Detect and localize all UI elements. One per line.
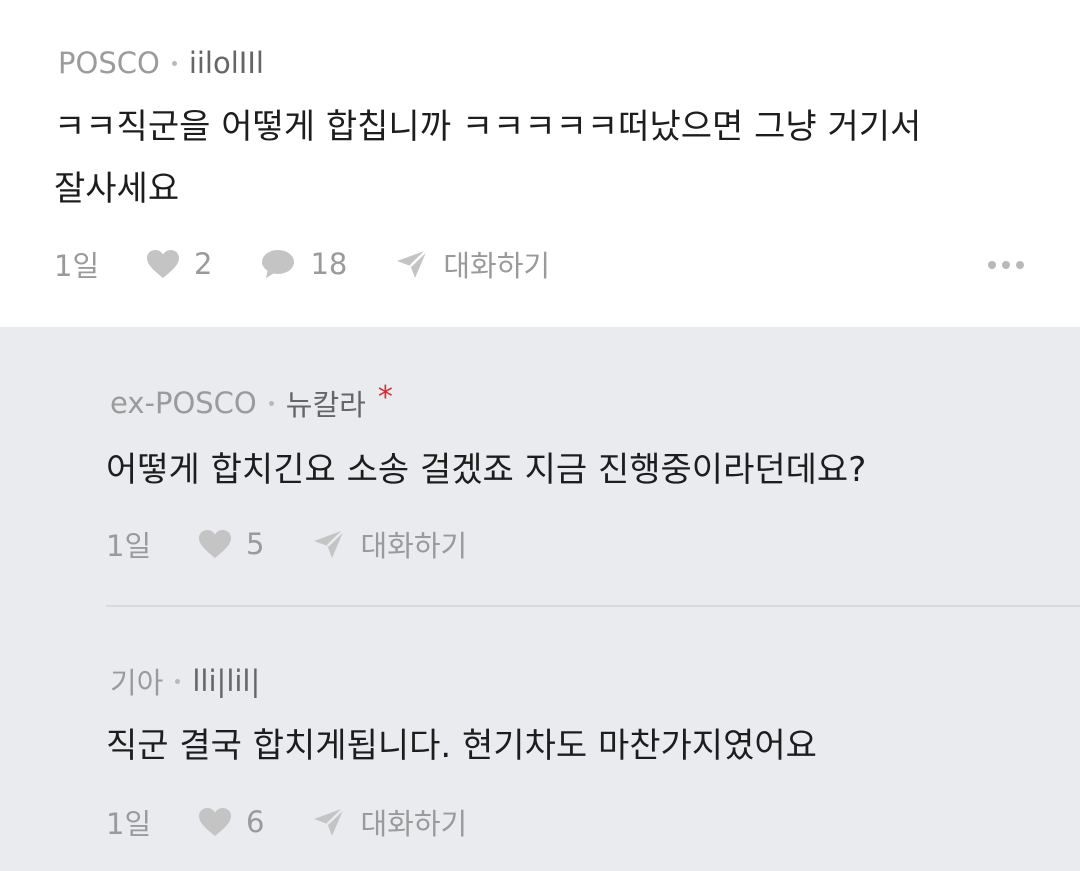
reply-time: 1일 (106, 529, 152, 563)
chat-label: 대화하기 (360, 807, 468, 841)
like-button[interactable]: 5 (198, 527, 264, 561)
reply-actions: 1일 5 대화하기 (106, 522, 467, 566)
author-nickname[interactable]: lli|lil| (192, 664, 260, 698)
separator-dot (171, 60, 177, 66)
separator-dot (268, 400, 274, 406)
comment-text-line: 잘사세요 (54, 169, 180, 209)
heart-icon (147, 250, 179, 278)
like-count: 2 (194, 247, 213, 281)
send-icon (397, 249, 429, 278)
chat-button[interactable]: 대화하기 (312, 801, 467, 843)
author-badge: * (377, 379, 393, 415)
comment-author-meta: POSCO iilolIIl (58, 43, 264, 83)
heart-icon (199, 530, 231, 558)
like-count: 6 (246, 805, 265, 839)
more-dots-icon (988, 261, 996, 269)
comment-time: 1일 (54, 249, 100, 283)
reply-author-meta: 기아 lli|lil| (110, 661, 260, 701)
author-nickname[interactable]: iilolIIl (189, 46, 264, 80)
more-options-button[interactable] (988, 255, 1024, 275)
reply-text: 어떻게 합치긴요 소송 걸겠죠 지금 진행중이라던데요? (106, 450, 867, 490)
reply-author-meta: ex-POSCO 뉴칼라 * (110, 379, 393, 424)
replies-section: ex-POSCO 뉴칼라 * 어떻게 합치긴요 소송 걸겠죠 지금 진행중이라던… (0, 327, 1080, 871)
chat-label: 대화하기 (443, 249, 551, 283)
like-button[interactable]: 2 (146, 247, 212, 281)
author-company: 기아 (110, 666, 164, 700)
like-button[interactable]: 6 (198, 805, 264, 839)
chat-label: 대화하기 (360, 529, 468, 563)
reply-text: 직군 결국 합치게됩니다. 현기차도 마찬가지였어요 (106, 726, 817, 766)
reply-divider (106, 605, 1080, 607)
author-company: POSCO (58, 46, 160, 80)
separator-dot (175, 678, 181, 684)
main-comment: POSCO iilolIIl ㅋㅋ직군을 어떻게 합칩니까 ㅋㅋㅋㅋㅋ떠났으면 … (0, 0, 1080, 327)
reply-time: 1일 (106, 807, 152, 841)
send-icon (314, 529, 346, 558)
comment-actions: 1일 2 18 대화하기 (54, 242, 550, 286)
comment-text-line: ㅋㅋ직군을 어떻게 합칩니까 ㅋㅋㅋㅋㅋ떠났으면 그냥 거기서 (54, 107, 922, 147)
chat-button[interactable]: 대화하기 (312, 523, 467, 565)
chat-button[interactable]: 대화하기 (395, 243, 550, 285)
comment-text: ㅋㅋ직군을 어떻게 합칩니까 ㅋㅋㅋㅋㅋ떠났으면 그냥 거기서 잘사세요 (54, 96, 921, 220)
reply-count: 18 (310, 247, 348, 281)
author-nickname[interactable]: 뉴칼라 (286, 382, 366, 424)
author-company: ex-POSCO (110, 386, 257, 420)
reply-count-button[interactable]: 18 (260, 247, 347, 281)
heart-icon (199, 808, 231, 836)
send-icon (314, 807, 346, 836)
reply-actions: 1일 6 대화하기 (106, 800, 467, 844)
speech-bubble-icon (262, 250, 295, 278)
like-count: 5 (246, 527, 265, 561)
